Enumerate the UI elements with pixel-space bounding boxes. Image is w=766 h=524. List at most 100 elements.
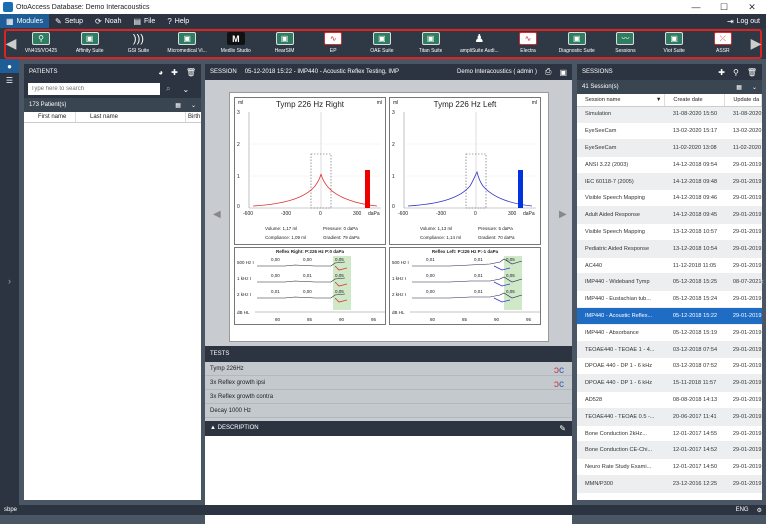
- menu-setup[interactable]: ✎ Setup: [49, 14, 89, 28]
- maximize-button[interactable]: ☐: [710, 0, 738, 14]
- print-icon[interactable]: ⎙: [545, 67, 551, 77]
- session-row[interactable]: DPOAE 440 - DP 1 - 6 kHz 15-11-2018 11:57…: [577, 374, 762, 393]
- expand-left-icon[interactable]: ›: [0, 276, 19, 286]
- session-name-cell: Neuro Rate Study Exami...: [577, 458, 665, 477]
- session-row[interactable]: EyeSeeCam 11-02-2020 13:08 11-02-2020: [577, 139, 762, 157]
- col-update-date[interactable]: Update da: [724, 94, 762, 107]
- pressure-value: Pressure: 0 daPa: [323, 226, 358, 231]
- test-item[interactable]: 3x Reflex growth contra: [205, 390, 572, 404]
- add-session-icon[interactable]: ✚: [718, 68, 725, 77]
- grid-view-icon[interactable]: ▦: [736, 84, 742, 91]
- minimize-button[interactable]: —: [682, 0, 710, 14]
- session-row[interactable]: IEC 60118-7 (2005) 14-12-2018 09:48 29-01-…: [577, 173, 762, 191]
- col-session-name[interactable]: Session name ▼: [577, 94, 666, 107]
- volume-value: Volume: 1,13 ml: [420, 226, 453, 231]
- status-language[interactable]: ENG: [736, 507, 749, 513]
- add-patient-icon[interactable]: ✚: [171, 68, 178, 77]
- session-row[interactable]: Bone Conduction CE-Chi... 12-01-2017 14:5…: [577, 441, 762, 460]
- menu-file[interactable]: ▤ File: [127, 14, 161, 28]
- tymp-chart-right: Tymp 226 Hz Right ml ml 3 2 1 0 -600 -30…: [234, 97, 386, 245]
- delete-icon[interactable]: 🗑: [186, 68, 196, 77]
- session-row[interactable]: Visible Speech Mapping 13-12-2018 10:57 29…: [577, 223, 762, 241]
- module-ep[interactable]: ∿ EP: [310, 30, 356, 57]
- session-name-cell: IMP440 - Eustachian tub...: [577, 290, 665, 309]
- create-date-cell: 31-08-2020 15:50: [664, 106, 725, 124]
- sessions-table: Session name ▼ Create date Update da Sim…: [577, 94, 762, 493]
- session-row[interactable]: IMP440 - Absorbance 05-12-2018 15:19 29-01…: [577, 324, 762, 342]
- module-oae-suite[interactable]: ▣ OAE Suite: [359, 30, 405, 57]
- session-row[interactable]: Neuro Rate Study Exami... 12-01-2017 14:5…: [577, 458, 762, 477]
- session-row[interactable]: Simulation 31-08-2020 15:50 31-08-2020: [577, 106, 762, 124]
- pie-chart-icon[interactable]: ◕: [158, 68, 163, 77]
- col-birth[interactable]: Birth: [186, 112, 201, 122]
- module-viot-suite[interactable]: ▣ Viot Suite: [651, 30, 697, 57]
- module-affinity-suite[interactable]: ▣ Affinity Suite: [67, 30, 113, 57]
- grid-view-icon[interactable]: ▦: [175, 102, 181, 109]
- session-row[interactable]: Adult Aided Response 14-12-2018 09:45 29-0…: [577, 206, 762, 225]
- close-button[interactable]: ✕: [738, 0, 766, 14]
- module-gsi-suite[interactable]: ))) GSI Suite: [115, 30, 161, 57]
- test-item[interactable]: 3x Reflex growth ipsi ↄc: [205, 376, 572, 390]
- module-sessions[interactable]: 〰 Sessions: [602, 30, 648, 57]
- menu-modules[interactable]: ▦ Modules: [0, 14, 50, 28]
- create-date-cell: 13-02-2020 15:17: [664, 122, 725, 141]
- edit-icon[interactable]: ✎: [559, 421, 566, 436]
- delete-icon[interactable]: 🗑: [747, 68, 757, 77]
- session-name-cell: ANSI 3.22 (2003): [577, 156, 665, 174]
- settings-icon[interactable]: ⚙: [757, 507, 762, 514]
- y-tick: 2: [237, 142, 240, 148]
- session-row[interactable]: DPOAE 440 - DP 1 - 6 kHz 03-12-2018 07:52…: [577, 357, 762, 376]
- search-icon[interactable]: ⌕: [166, 84, 170, 94]
- report-icon[interactable]: ▣: [559, 68, 567, 77]
- chevron-down-icon[interactable]: ⌄: [182, 85, 189, 94]
- module-micromedical-vi[interactable]: ▣ Micromedical Vi...: [164, 30, 210, 57]
- session-row[interactable]: IMP440 - Wideband Tymp 05-12-2018 15:25 08…: [577, 273, 762, 292]
- col-first-name[interactable]: First name: [24, 112, 76, 122]
- module-medlix-studio[interactable]: M Medlix Studio: [213, 30, 259, 57]
- modules-next-icon[interactable]: ▶: [750, 33, 762, 53]
- session-row[interactable]: AC440 11-12-2018 11:05 29-01-2019: [577, 257, 762, 275]
- session-row[interactable]: TEOAE440 - TEOAE 0.5 -... 20-06-2017 11:4…: [577, 408, 762, 426]
- test-item[interactable]: Tymp 226Hz ↄc: [205, 362, 572, 376]
- session-name-cell: IMP440 - Absorbance: [577, 324, 665, 342]
- expand-right-icon[interactable]: ‹: [761, 276, 764, 286]
- menu-help[interactable]: ? Help: [161, 14, 195, 28]
- left-ear-icon: c: [559, 379, 564, 390]
- session-row[interactable]: TEOAE440 - TEOAE 1 - 4... 03-12-2018 07:5…: [577, 341, 762, 359]
- module-assr[interactable]: ⤫ ASSR: [700, 30, 746, 57]
- session-row[interactable]: IMP440 - Acoustic Reflex... 05-12-2018 15…: [577, 307, 762, 325]
- module-titan-suite[interactable]: ▣ Titan Suite: [408, 30, 454, 57]
- menu-noah[interactable]: ⟳ Noah: [89, 14, 127, 28]
- module-hearsim[interactable]: ▣ HearSIM: [262, 30, 308, 57]
- session-row[interactable]: Pediatric Aided Response 13-12-2018 10:54…: [577, 240, 762, 258]
- modules-prev-icon[interactable]: ◀: [5, 33, 17, 53]
- prev-report-icon[interactable]: ◀: [213, 209, 221, 220]
- patient-search-input[interactable]: [28, 83, 160, 95]
- col-last-name[interactable]: Last name: [76, 112, 186, 122]
- patient-view-icon[interactable]: ●: [0, 59, 19, 73]
- col-create-date[interactable]: Create date: [664, 94, 726, 107]
- session-row[interactable]: Visible Speech Mapping 14-12-2018 09:46 29…: [577, 189, 762, 208]
- module-vn415-vo425[interactable]: ⚲ VN415/VO425: [18, 30, 64, 57]
- logout-button[interactable]: ⇥ Log out: [721, 14, 766, 28]
- link-icon[interactable]: ⚲: [733, 68, 739, 77]
- module-amplisuite-audi[interactable]: ♟ ampliSuite Audi...: [456, 30, 502, 57]
- chevron-down-icon[interactable]: ⌄: [752, 84, 757, 91]
- reflex-row-label: 1 kHz I: [392, 276, 407, 281]
- session-row[interactable]: AD528 08-08-2018 14:13 29-01-2019: [577, 391, 762, 409]
- session-row[interactable]: ANSI 3.22 (2003) 14-12-2018 09:54 29-01-20…: [577, 156, 762, 174]
- list-view-icon[interactable]: ☰: [0, 73, 19, 87]
- description-header[interactable]: ▲ DESCRIPTION ✎: [205, 421, 572, 436]
- session-row[interactable]: IMP440 - Eustachian tub... 05-12-2018 15:…: [577, 290, 762, 309]
- session-row[interactable]: EyeSeeCam 13-02-2020 15:17 13-02-2020: [577, 122, 762, 141]
- session-name-cell: Visible Speech Mapping: [577, 189, 665, 208]
- chevron-down-icon[interactable]: ⌄: [191, 102, 196, 109]
- session-row[interactable]: Bone Conduction 2kHz... 12-01-2017 14:55 2…: [577, 425, 762, 443]
- module-electra[interactable]: ∿ Electra: [505, 30, 551, 57]
- module-icon: ▣: [80, 32, 99, 45]
- session-row[interactable]: MMN/P300 23-12-2016 12:25 29-01-2019: [577, 475, 762, 493]
- next-report-icon[interactable]: ▶: [559, 209, 567, 220]
- test-item[interactable]: Decay 1000 Hz: [205, 404, 572, 418]
- update-date-cell: 11-02-2020: [724, 139, 762, 157]
- module-diagnostic-suite[interactable]: ▣ Diagnostic Suite: [554, 30, 600, 57]
